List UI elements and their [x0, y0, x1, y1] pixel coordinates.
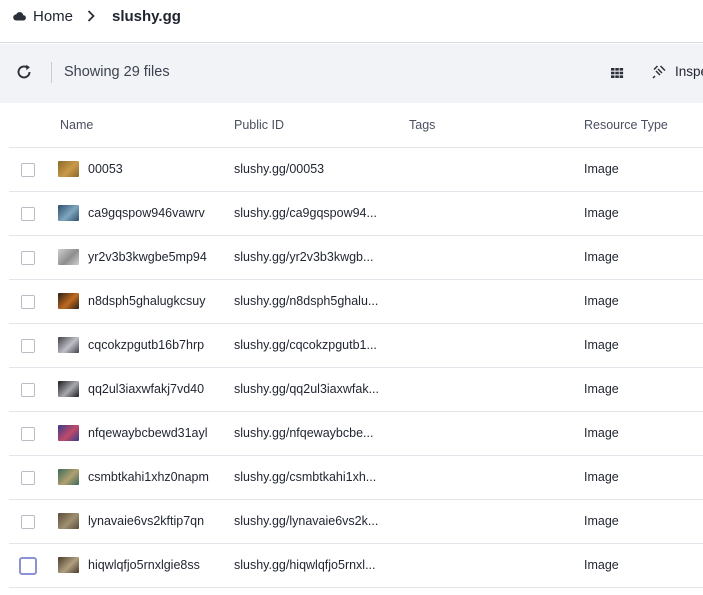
- image-thumbnail[interactable]: [58, 337, 79, 353]
- image-thumbnail[interactable]: [58, 293, 79, 309]
- resource-type: Image: [584, 206, 619, 220]
- row-checkbox[interactable]: [21, 207, 35, 221]
- public-id: slushy.gg/hiqwlqfjo5rnxl...: [234, 558, 376, 572]
- table-row[interactable]: 00053 slushy.gg/00053 Image: [9, 148, 703, 192]
- image-thumbnail[interactable]: [58, 205, 79, 221]
- file-table: Name Public ID Tags Resource Type 00053 s…: [9, 103, 703, 595]
- row-checkbox[interactable]: [21, 471, 35, 485]
- table-row[interactable]: hiqwlqfjo5rnxlgie8ss slushy.gg/hiqwlqfjo5…: [9, 544, 703, 588]
- grid-view-icon[interactable]: [608, 64, 626, 82]
- public-id: slushy.gg/nfqewaybcbe...: [234, 426, 374, 440]
- resource-type: Image: [584, 162, 619, 176]
- image-thumbnail[interactable]: [58, 513, 79, 529]
- table-row[interactable]: lynavaie6vs2kftip7qn slushy.gg/lynavaie6v…: [9, 500, 703, 544]
- resource-type: Image: [584, 426, 619, 440]
- image-thumbnail[interactable]: [58, 425, 79, 441]
- image-thumbnail[interactable]: [58, 249, 79, 265]
- table-row[interactable]: qq2ul3iaxwfakj7vd40 slushy.gg/qq2ul3iaxwf…: [9, 368, 703, 412]
- resource-type: Image: [584, 558, 619, 572]
- file-name[interactable]: ca9gqspow946vawrv: [88, 206, 210, 220]
- breadcrumb: Home slushy.gg: [0, 0, 703, 43]
- image-thumbnail[interactable]: [58, 161, 79, 177]
- column-header-public-id[interactable]: Public ID: [234, 118, 284, 132]
- image-thumbnail[interactable]: [58, 381, 79, 397]
- file-name[interactable]: lynavaie6vs2kftip7qn: [88, 514, 210, 528]
- toolbar: Showing 29 files Inspect: [0, 44, 703, 103]
- resource-type: Image: [584, 382, 619, 396]
- table-header: Name Public ID Tags Resource Type: [9, 103, 703, 148]
- table-row[interactable]: cqcokzpgutb16b7hrp slushy.gg/cqcokzpgutb1…: [9, 324, 703, 368]
- file-count-label: Showing 29 files: [64, 64, 170, 80]
- row-checkbox[interactable]: [21, 383, 35, 397]
- file-name[interactable]: 00053: [88, 162, 210, 176]
- row-checkbox[interactable]: [21, 515, 35, 529]
- column-header-tags[interactable]: Tags: [409, 118, 435, 132]
- resource-type: Image: [584, 470, 619, 484]
- row-checkbox[interactable]: [21, 427, 35, 441]
- image-thumbnail[interactable]: [58, 557, 79, 573]
- breadcrumb-home-link[interactable]: Home: [33, 8, 73, 25]
- public-id: slushy.gg/csmbtkahi1xh...: [234, 470, 377, 484]
- resource-type: Image: [584, 514, 619, 528]
- row-checkbox[interactable]: [21, 163, 35, 177]
- row-checkbox[interactable]: [19, 557, 37, 575]
- inspect-icon: [652, 65, 666, 79]
- row-checkbox[interactable]: [21, 295, 35, 309]
- cloud-icon: [13, 12, 26, 21]
- image-thumbnail[interactable]: [58, 469, 79, 485]
- resource-type: Image: [584, 338, 619, 352]
- public-id: slushy.gg/n8dsph5ghalu...: [234, 294, 379, 308]
- row-checkbox[interactable]: [21, 251, 35, 265]
- resource-type: Image: [584, 294, 619, 308]
- file-name[interactable]: nfqewaybcbewd31ayl: [88, 426, 210, 440]
- public-id: slushy.gg/ca9gqspow94...: [234, 206, 377, 220]
- public-id: slushy.gg/cqcokzpgutb1...: [234, 338, 377, 352]
- toolbar-divider: [51, 62, 52, 83]
- refresh-icon[interactable]: [14, 62, 34, 82]
- column-header-name[interactable]: Name: [60, 118, 93, 132]
- file-name[interactable]: cqcokzpgutb16b7hrp: [88, 338, 210, 352]
- file-name[interactable]: yr2v3b3kwgbe5mp94: [88, 250, 210, 264]
- table-row[interactable]: ca9gqspow946vawrv slushy.gg/ca9gqspow94..…: [9, 192, 703, 236]
- breadcrumb-current-folder: slushy.gg: [112, 8, 181, 25]
- column-header-resource-type[interactable]: Resource Type: [584, 118, 668, 132]
- table-row[interactable]: csmbtkahi1xhz0napm slushy.gg/csmbtkahi1xh…: [9, 456, 703, 500]
- table-row[interactable]: yr2v3b3kwgbe5mp94 slushy.gg/yr2v3b3kwgb..…: [9, 236, 703, 280]
- file-name[interactable]: qq2ul3iaxwfakj7vd40: [88, 382, 210, 396]
- file-name[interactable]: csmbtkahi1xhz0napm: [88, 470, 210, 484]
- row-checkbox[interactable]: [21, 339, 35, 353]
- public-id: slushy.gg/00053: [234, 162, 325, 176]
- public-id: slushy.gg/yr2v3b3kwgb...: [234, 250, 374, 264]
- chevron-right-icon: [87, 10, 95, 22]
- file-name[interactable]: n8dsph5ghalugkcsuy: [88, 294, 210, 308]
- inspect-button[interactable]: Inspect: [652, 63, 703, 83]
- table-row[interactable]: nfqewaybcbewd31ayl slushy.gg/nfqewaybcbe.…: [9, 412, 703, 456]
- inspect-label: Inspect: [675, 64, 703, 79]
- public-id: slushy.gg/qq2ul3iaxwfak...: [234, 382, 379, 396]
- file-name[interactable]: hiqwlqfjo5rnxlgie8ss: [88, 558, 210, 572]
- public-id: slushy.gg/lynavaie6vs2k...: [234, 514, 379, 528]
- resource-type: Image: [584, 250, 619, 264]
- table-row[interactable]: n8dsph5ghalugkcsuy slushy.gg/n8dsph5ghalu…: [9, 280, 703, 324]
